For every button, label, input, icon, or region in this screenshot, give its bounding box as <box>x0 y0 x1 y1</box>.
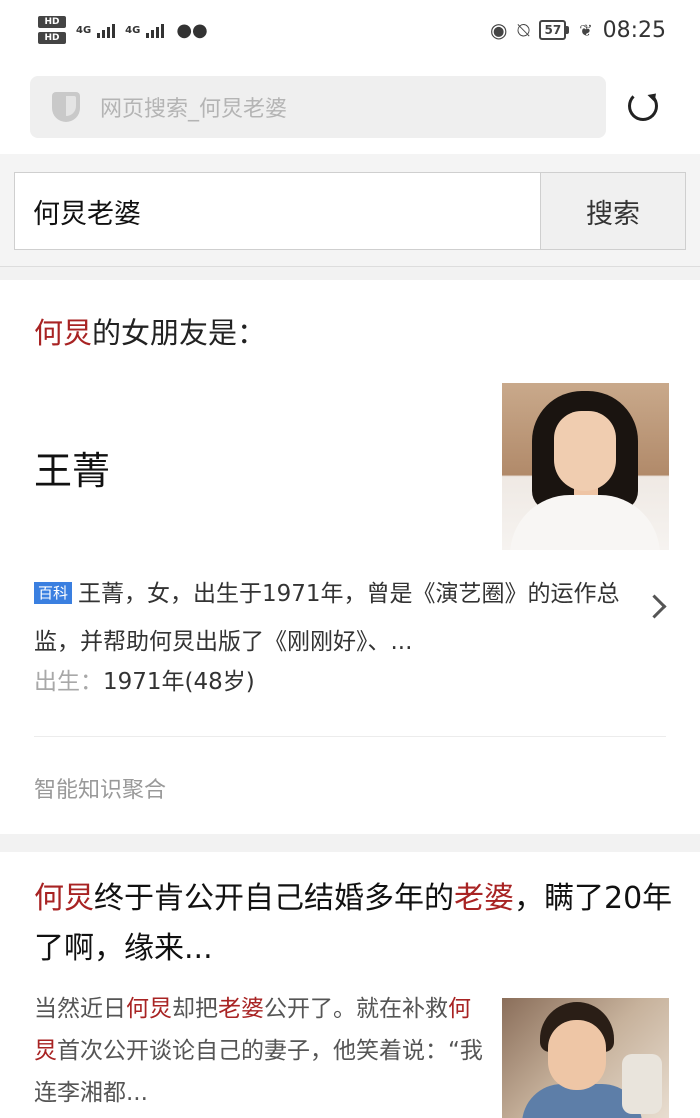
search-result-card[interactable]: 何炅终于肯公开自己结婚多年的老婆，瞒了20年了啊，缘来... 当然近日何炅却把老… <box>0 852 700 1118</box>
keyword-highlight: 何炅 <box>34 881 94 916</box>
title-rest: 的女朋友是： <box>92 316 267 350</box>
clock: 08:25 <box>602 17 666 43</box>
search-input[interactable] <box>14 172 540 250</box>
leaf-icon: ❦ <box>579 20 593 40</box>
text-segment: 终于肯公开自己结婚多年的 <box>94 881 454 916</box>
network-type-1: 4G <box>76 24 92 36</box>
baike-badge: 百科 <box>34 582 73 604</box>
status-right: ◉ ⍉ 57 ❦ 08:25 <box>490 14 666 46</box>
refresh-icon[interactable] <box>628 91 658 121</box>
hd-badge-2: HD <box>38 32 66 44</box>
text-segment: 却把 <box>172 996 218 1022</box>
title-highlight: 何炅 <box>34 316 93 350</box>
answer-card-title: 何炅的女朋友是： <box>34 310 266 352</box>
signal-icon <box>97 22 116 38</box>
keyword-highlight: 何炅 <box>126 996 172 1022</box>
aggregator-label: 智能知识聚合 <box>34 778 167 803</box>
divider <box>34 736 666 737</box>
address-text: 网页搜索_何炅老婆 <box>100 97 288 122</box>
baike-summary[interactable]: 百科 王菁，女，出生于1971年，曾是《演艺圈》的运作总监，并帮助何炅出版了《刚刚… <box>34 570 620 666</box>
text-segment: 当然近日 <box>34 996 126 1022</box>
eye-icon: ◉ <box>490 18 508 42</box>
chevron-right-icon[interactable] <box>642 594 667 619</box>
signal-icon <box>146 22 165 38</box>
answer-name[interactable]: 王菁 <box>34 440 110 495</box>
birth-value: 1971年(48岁) <box>103 669 255 695</box>
answer-photo[interactable] <box>502 383 669 550</box>
keyword-highlight: 老婆 <box>454 881 514 916</box>
search-button[interactable]: 搜索 <box>540 172 686 250</box>
baike-description: 王菁，女，出生于1971年，曾是《演艺圈》的运作总监，并帮助何炅出版了《刚刚好》… <box>34 581 620 655</box>
result-title-link[interactable]: 何炅终于肯公开自己结婚多年的老婆，瞒了20年了啊，缘来... <box>34 874 674 974</box>
status-bar: HD HD 4G 4G ●● ◉ ⍉ 57 ❦ 08:25 <box>0 0 700 60</box>
text-segment: 首次公开谈论自己的妻子，他笑着说：“我连李湘都... <box>34 1038 483 1106</box>
birth-label: 出生： <box>34 669 103 695</box>
birth-row: 出生：1971年(48岁) <box>34 662 255 696</box>
browser-toolbar: 网页搜索_何炅老婆 <box>0 60 700 154</box>
hd-badge-1: HD <box>38 16 66 28</box>
result-snippet: 当然近日何炅却把老婆公开了。就在补救何炅首次公开谈论自己的妻子，他笑着说：“我连… <box>34 988 484 1114</box>
bell-off-icon: ⍉ <box>517 18 530 42</box>
battery-level: 57 <box>539 20 567 40</box>
wechat-icon: ●● <box>176 19 208 41</box>
status-left: HD HD 4G 4G ●● <box>38 10 208 50</box>
search-bar: 搜索 <box>0 154 700 267</box>
address-bar[interactable]: 网页搜索_何炅老婆 <box>30 76 606 138</box>
shield-icon <box>52 92 80 122</box>
result-thumbnail[interactable] <box>502 998 669 1118</box>
battery-icon: 57 <box>539 20 570 40</box>
network-type-2: 4G <box>125 24 141 36</box>
keyword-highlight: 老婆 <box>218 996 264 1022</box>
text-segment: 公开了。就在补救 <box>264 996 448 1022</box>
answer-card: 何炅的女朋友是： 王菁 百科 王菁，女，出生于1971年，曾是《演艺圈》的运作总监… <box>0 280 700 834</box>
